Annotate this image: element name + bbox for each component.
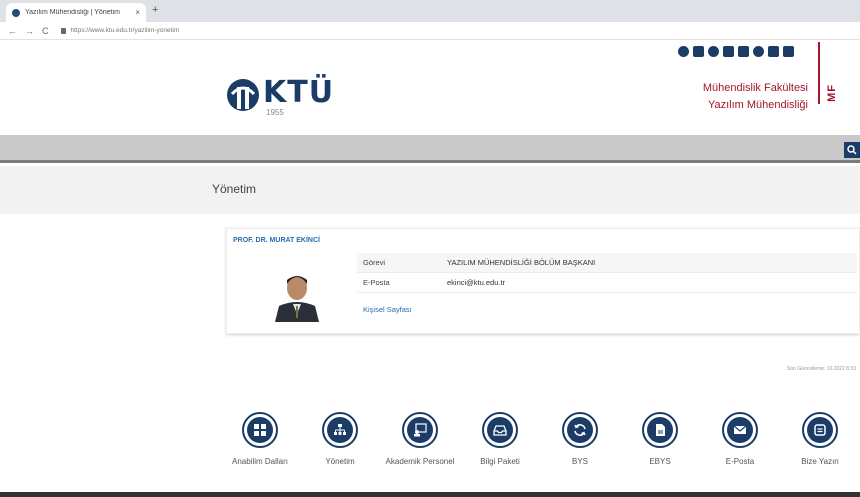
- email-link[interactable]: ekinci@ktu.edu.tr: [447, 278, 505, 287]
- info-key: Görevi: [363, 258, 386, 267]
- quick-link-label: BYS: [571, 457, 588, 466]
- address-bar: ← → C https://www.ktu.edu.tr/yazilim-yon…: [0, 22, 860, 40]
- quick-link-info-package[interactable]: Bilgi Paketi: [460, 412, 540, 467]
- browser-tab[interactable]: Yazılım Mühendisliği | Yönetim ×: [6, 3, 146, 22]
- sync-icon: [574, 424, 586, 436]
- quick-link-circle: [722, 412, 758, 448]
- quick-link-circle: [242, 412, 278, 448]
- lock-icon: [60, 27, 66, 34]
- quick-link-circle: [562, 412, 598, 448]
- logo-year: 1955: [266, 108, 284, 117]
- grid-icon: [254, 424, 266, 436]
- quick-link-circle: [802, 412, 838, 448]
- quick-link-management[interactable]: Yönetim: [300, 412, 380, 467]
- info-row-role: Görevi YAZILIM MÜHENDİSLİĞİ BÖLÜM BAŞKAN…: [357, 253, 857, 273]
- page-title: Yönetim: [212, 182, 257, 196]
- quick-link-circle: [402, 412, 438, 448]
- youtube-icon[interactable]: [723, 46, 734, 57]
- quick-link-label: Anabilim Dalları: [231, 457, 289, 466]
- faculty-name[interactable]: Mühendislik Fakültesi Yazılım Mühendisli…: [703, 80, 808, 114]
- search-icon: [847, 145, 857, 155]
- url-text: https://www.ktu.edu.tr/yazilim-yonetim: [70, 27, 180, 34]
- person-photo: [273, 262, 321, 322]
- quick-links: Anabilim Dalları Yönetim Akademik Person…: [220, 412, 860, 492]
- info-row-email: E-Posta ekinci@ktu.edu.tr: [357, 273, 857, 293]
- reload-button[interactable]: C: [42, 26, 49, 36]
- faculty-divider: [818, 42, 820, 104]
- quick-link-bys[interactable]: BYS: [540, 412, 620, 467]
- quick-link-ebys[interactable]: EBYS: [620, 412, 700, 467]
- quick-link-write-us[interactable]: Bize Yazın: [780, 412, 860, 467]
- social-links: [678, 46, 794, 57]
- tab-close-button[interactable]: ×: [135, 8, 140, 17]
- search-button[interactable]: [844, 142, 860, 158]
- tv-icon[interactable]: [768, 46, 779, 57]
- info-value: YAZILIM MÜHENDİSLİĞİ BÖLÜM BAŞKANI: [447, 258, 596, 267]
- quick-link-circle: [642, 412, 678, 448]
- ktu-emblem-icon: [227, 79, 259, 111]
- document-icon: [656, 424, 665, 436]
- twitter-icon[interactable]: [693, 46, 704, 57]
- quick-link-circle: [482, 412, 518, 448]
- quick-link-label: Bilgi Paketi: [480, 457, 520, 466]
- quick-link-label: E-Posta: [725, 457, 755, 466]
- quick-link-label: Akademik Personel: [385, 457, 455, 466]
- message-icon: [814, 424, 826, 436]
- quick-link-label: EBYS: [649, 457, 671, 466]
- ktu-logo[interactable]: KTÜ 1955: [226, 75, 335, 117]
- news-icon[interactable]: [783, 46, 794, 57]
- microphone-icon[interactable]: [753, 46, 764, 57]
- browser-tab-bar: Yazılım Mühendisliği | Yönetim × +: [0, 0, 860, 22]
- linkedin-icon[interactable]: [738, 46, 749, 57]
- logo-text: KTÜ: [263, 75, 335, 110]
- person-info: Görevi YAZILIM MÜHENDİSLİĞİ BÖLÜM BAŞKAN…: [357, 253, 857, 293]
- personal-page-link[interactable]: Kişisel Sayfası: [363, 305, 412, 314]
- quick-link-label: Bize Yazın: [801, 457, 839, 466]
- main-nav-bar: [0, 135, 860, 163]
- faculty-badge: MF: [826, 84, 838, 102]
- quick-link-label: Yönetim: [325, 457, 355, 466]
- github-icon[interactable]: [678, 46, 689, 57]
- new-tab-button[interactable]: +: [152, 4, 158, 16]
- page-title-band: Yönetim: [0, 166, 860, 214]
- quick-link-circle: [322, 412, 358, 448]
- faculty-line2: Yazılım Mühendisliği: [707, 99, 808, 111]
- person-name[interactable]: PROF. DR. MURAT EKİNCİ: [233, 237, 320, 244]
- quick-link-academic-staff[interactable]: Akademik Personel: [380, 412, 460, 467]
- last-updated: Son Güncelleme: 10.2022 8:33: [787, 366, 856, 372]
- quick-link-departments[interactable]: Anabilim Dalları: [220, 412, 300, 467]
- tab-title: Yazılım Mühendisliği | Yönetim: [25, 9, 120, 16]
- academic-staff-icon: [414, 423, 427, 437]
- envelope-icon: [733, 425, 747, 434]
- faculty-line1: Mühendislik Fakültesi: [702, 82, 808, 94]
- back-button[interactable]: ←: [8, 26, 17, 36]
- person-card: PROF. DR. MURAT EKİNCİ Görevi YAZILIM MÜ…: [226, 228, 860, 334]
- info-key: E-Posta: [363, 278, 390, 287]
- site-header: KTÜ 1955 Mühendislik Fakültesi Yazılım M…: [0, 40, 860, 135]
- forward-button[interactable]: →: [25, 26, 34, 36]
- sitemap-icon: [334, 424, 346, 435]
- footer-bar: [0, 492, 860, 497]
- favicon-icon: [12, 8, 20, 17]
- inbox-icon: [493, 425, 507, 436]
- url-field[interactable]: https://www.ktu.edu.tr/yazilim-yonetim: [60, 27, 180, 34]
- quick-link-email[interactable]: E-Posta: [700, 412, 780, 467]
- instagram-icon[interactable]: [708, 46, 719, 57]
